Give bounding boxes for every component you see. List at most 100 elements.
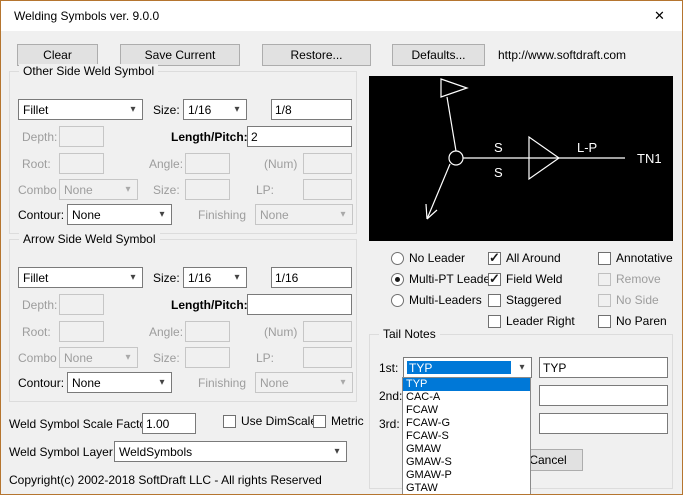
checkbox-box: ✓ bbox=[488, 294, 501, 307]
tail-note-dropdown-list: TYP CAC-A FCAW FCAW-G FCAW-S GMAW GMAW-S… bbox=[402, 377, 531, 495]
other-side-type-combo[interactable]: Fillet ▾ bbox=[18, 99, 143, 120]
other-contour-label: Contour: bbox=[18, 208, 64, 222]
checkbox-box: ✓ bbox=[598, 273, 611, 286]
tail-notes-group-title: Tail Notes bbox=[379, 327, 440, 341]
chevron-down-icon: ▾ bbox=[329, 443, 345, 460]
checkbox-box: ✓ bbox=[488, 315, 501, 328]
checkbox-box: ✓ bbox=[488, 273, 501, 286]
tail-note-1-label: 1st: bbox=[379, 361, 398, 375]
checkbox-annotative[interactable]: ✓ Annotative bbox=[598, 251, 673, 265]
clear-button[interactable]: Clear bbox=[17, 44, 98, 66]
other-length-pitch-input[interactable] bbox=[247, 126, 352, 147]
field-weld-flag bbox=[441, 79, 467, 97]
arrow-contour-combo[interactable]: None ▾ bbox=[67, 372, 172, 393]
checkbox-label: Leader Right bbox=[506, 314, 575, 328]
arrow-angle-input bbox=[185, 321, 230, 342]
arrow-combo-size-input bbox=[185, 347, 230, 368]
tail-note-3-input[interactable] bbox=[539, 413, 668, 434]
checkbox-no-side: ✓ No Side bbox=[598, 293, 659, 307]
other-size-combo[interactable]: 1/16 ▾ bbox=[183, 99, 247, 120]
tail-note-1-input[interactable] bbox=[539, 357, 668, 378]
chevron-down-icon: ▾ bbox=[229, 269, 245, 286]
layer-label: Weld Symbol Layer: bbox=[9, 445, 116, 459]
radio-label: Multi-PT Leader bbox=[409, 272, 494, 286]
arrow-combo-size-label: Size: bbox=[153, 351, 180, 365]
other-size-input[interactable] bbox=[271, 99, 352, 120]
arrow-num-input bbox=[303, 321, 352, 342]
radio-no-leader[interactable]: No Leader bbox=[391, 251, 465, 265]
check-icon: ✓ bbox=[489, 250, 500, 266]
length-pitch-annotation: L-P bbox=[577, 140, 597, 155]
check-icon: ✓ bbox=[489, 271, 500, 287]
other-num-input bbox=[303, 153, 352, 174]
close-icon[interactable]: ✕ bbox=[637, 1, 682, 30]
arrow-length-pitch-input[interactable] bbox=[247, 294, 352, 315]
chevron-down-icon: ▾ bbox=[120, 349, 136, 366]
tail-note-2-input[interactable] bbox=[539, 385, 668, 406]
arrow-size-combo[interactable]: 1/16 ▾ bbox=[183, 267, 247, 288]
chevron-down-icon: ▾ bbox=[335, 206, 351, 223]
arrow-root-label: Root: bbox=[22, 325, 51, 339]
checkbox-field-weld[interactable]: ✓ Field Weld bbox=[488, 272, 562, 286]
weld-symbol-preview: S S L-P TN1 bbox=[369, 76, 673, 241]
dropdown-item[interactable]: FCAW bbox=[403, 404, 530, 417]
dropdown-item[interactable]: FCAW-S bbox=[403, 430, 530, 443]
tail-note-1-combo[interactable]: TYP ▾ bbox=[403, 357, 532, 378]
dropdown-item[interactable]: GMAW-P bbox=[403, 469, 530, 482]
use-dimscale-checkbox[interactable]: ✓ Use DimScale bbox=[223, 414, 317, 428]
checkbox-all-around[interactable]: ✓ All Around bbox=[488, 251, 561, 265]
metric-checkbox[interactable]: ✓ Metric bbox=[313, 414, 364, 428]
checkbox-label: No Side bbox=[616, 293, 659, 307]
website-url: http://www.softdraft.com bbox=[498, 48, 626, 62]
dropdown-item[interactable]: CAC-A bbox=[403, 391, 530, 404]
other-combo-size-input bbox=[185, 179, 230, 200]
checkbox-label: Remove bbox=[616, 272, 661, 286]
tail-note-3-label: 3rd: bbox=[379, 417, 400, 431]
title-bar: Welding Symbols ver. 9.0.0 ✕ bbox=[1, 1, 682, 31]
checkbox-label: Annotative bbox=[616, 251, 673, 265]
dropdown-item[interactable]: TYP bbox=[403, 378, 530, 391]
restore-button[interactable]: Restore... bbox=[262, 44, 371, 66]
dropdown-item[interactable]: FCAW-G bbox=[403, 417, 530, 430]
radio-multi-leaders[interactable]: Multi-Leaders bbox=[391, 293, 482, 307]
layer-combo[interactable]: WeldSymbols ▾ bbox=[114, 441, 347, 462]
checkbox-label: Field Weld bbox=[506, 272, 562, 286]
save-current-button[interactable]: Save Current bbox=[120, 44, 240, 66]
radio-circle bbox=[391, 294, 404, 307]
arrow-side-type-combo[interactable]: Fillet ▾ bbox=[18, 267, 143, 288]
dropdown-item[interactable]: GMAW-S bbox=[403, 456, 530, 469]
dropdown-item[interactable]: GMAW bbox=[403, 443, 530, 456]
arrow-combo-lp-label: LP: bbox=[256, 351, 274, 365]
scale-factor-input[interactable] bbox=[142, 413, 196, 434]
checkbox-label: Use DimScale bbox=[241, 414, 317, 428]
other-root-input bbox=[59, 153, 104, 174]
arrow-root-input bbox=[59, 321, 104, 342]
other-contour-combo[interactable]: None ▾ bbox=[67, 204, 172, 225]
radio-circle bbox=[391, 252, 404, 265]
checkbox-label: Metric bbox=[331, 414, 364, 428]
radio-label: No Leader bbox=[409, 251, 465, 265]
other-angle-input bbox=[185, 153, 230, 174]
other-side-group-title: Other Side Weld Symbol bbox=[19, 64, 158, 78]
other-angle-label: Angle: bbox=[149, 157, 183, 171]
checkbox-staggered[interactable]: ✓ Staggered bbox=[488, 293, 561, 307]
checkbox-leader-right[interactable]: ✓ Leader Right bbox=[488, 314, 575, 328]
chevron-down-icon: ▾ bbox=[335, 374, 351, 391]
arrow-size-input[interactable] bbox=[271, 267, 352, 288]
other-combo-combo: None ▾ bbox=[59, 179, 138, 200]
radio-multi-pt-leader[interactable]: Multi-PT Leader bbox=[391, 272, 494, 286]
checkbox-label: Staggered bbox=[506, 293, 561, 307]
chevron-down-icon: ▾ bbox=[229, 101, 245, 118]
checkbox-no-paren[interactable]: ✓ No Paren bbox=[598, 314, 667, 328]
defaults-button[interactable]: Defaults... bbox=[392, 44, 485, 66]
other-combo-lp-input bbox=[303, 179, 352, 200]
arrow-contour-label: Contour: bbox=[18, 376, 64, 390]
other-size-label: Size: bbox=[153, 103, 180, 117]
all-around-circle bbox=[449, 151, 463, 165]
other-num-label: (Num) bbox=[264, 157, 297, 171]
other-finishing-combo: None ▾ bbox=[255, 204, 353, 225]
chevron-down-icon: ▾ bbox=[125, 269, 141, 286]
welding-symbols-dialog: Welding Symbols ver. 9.0.0 ✕ Clear Save … bbox=[0, 0, 683, 495]
radio-circle bbox=[391, 273, 404, 286]
dropdown-item[interactable]: GTAW bbox=[403, 482, 530, 495]
